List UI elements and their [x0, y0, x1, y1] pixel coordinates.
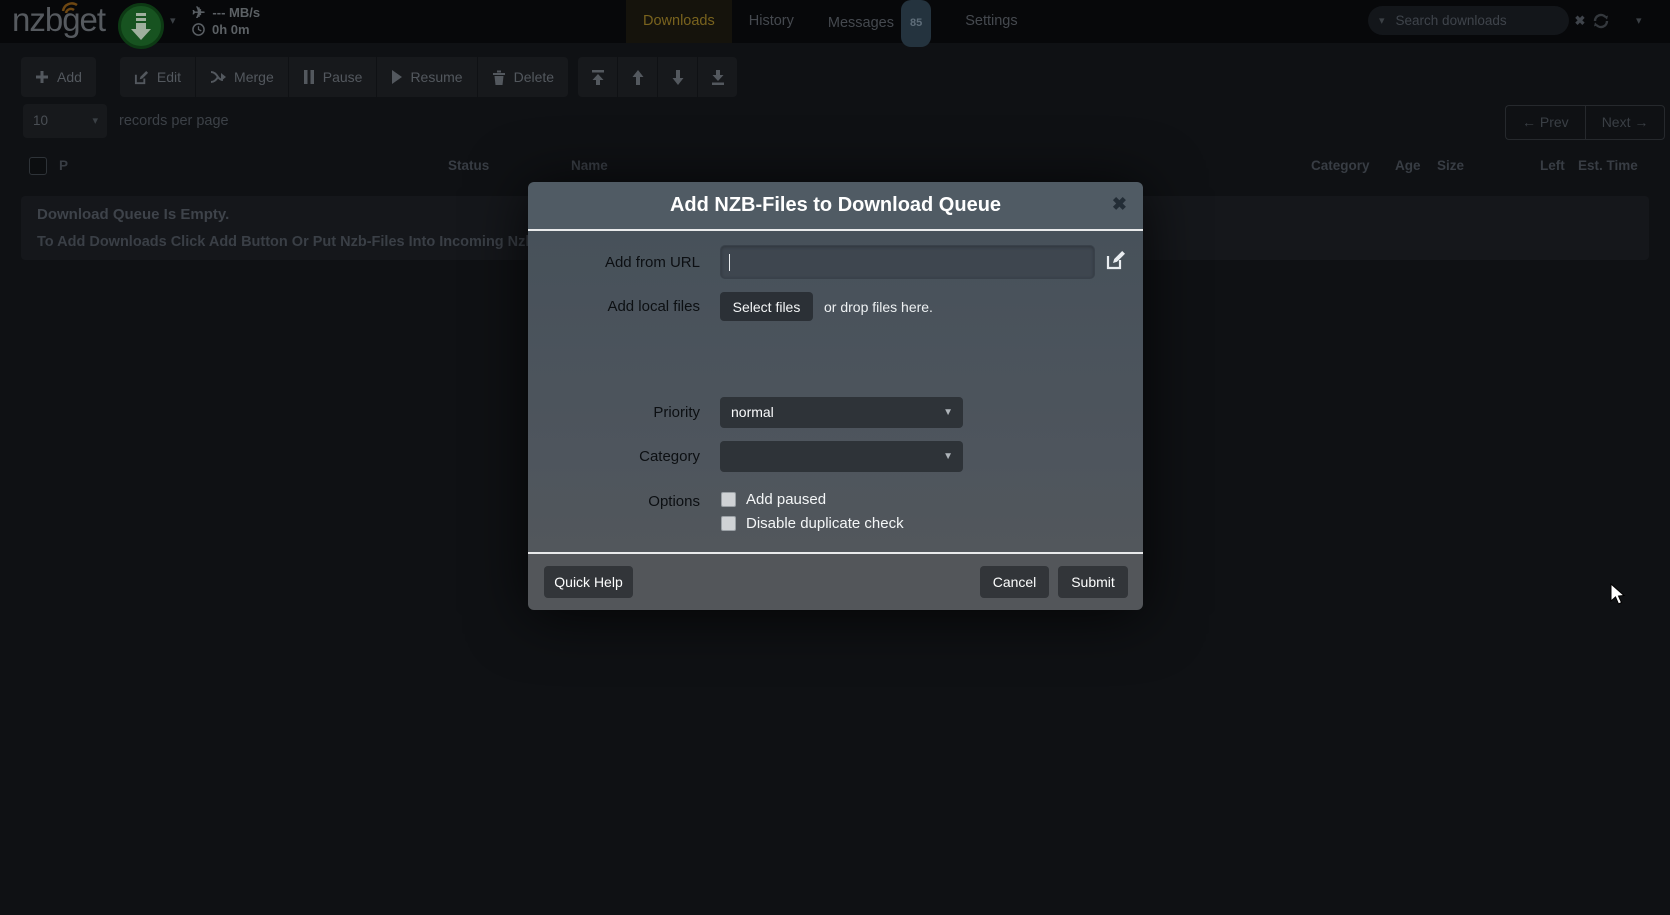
add-paused-label: Add paused [746, 491, 826, 508]
prev-page-button[interactable]: ← Prev [1505, 105, 1585, 140]
tab-settings[interactable]: Settings [948, 0, 1034, 43]
pause-icon [303, 70, 315, 84]
text-cursor [729, 254, 730, 271]
disable-dupe-check-checkbox[interactable] [721, 516, 736, 531]
search-input[interactable] [1394, 12, 1575, 29]
move-bottom-icon [711, 70, 725, 85]
priority-label: Priority [528, 404, 700, 421]
refresh-icon[interactable] [1591, 8, 1619, 34]
navbar-caret-down-icon[interactable]: ▾ [1636, 14, 1642, 27]
select-all-checkbox[interactable] [29, 157, 47, 175]
page-size-select[interactable]: 10 ▾ [23, 104, 107, 138]
top-navbar: nzbget ▾ ✈ --- MB/s 0h 0m [0, 0, 1670, 43]
time-left-value: 0h 0m [212, 22, 250, 37]
trash-icon [492, 70, 506, 85]
move-down-icon [671, 70, 685, 85]
submit-button[interactable]: Submit [1058, 566, 1128, 598]
cancel-button[interactable]: Cancel [980, 566, 1049, 598]
quick-help-button[interactable]: Quick Help [544, 566, 633, 598]
status-block: ✈ --- MB/s 0h 0m [192, 4, 260, 38]
url-field-label: Add from URL [528, 254, 700, 271]
move-top-button[interactable] [578, 57, 617, 97]
category-label: Category [528, 448, 700, 465]
edit-icon[interactable] [1105, 250, 1126, 271]
col-header-left[interactable]: Left [1540, 158, 1565, 173]
plus-icon [35, 70, 49, 84]
col-header-category[interactable]: Category [1311, 158, 1370, 173]
queue-toolbar: Add Edit Merge [21, 57, 737, 97]
search-box: ▾ ✖ [1368, 6, 1569, 35]
category-caret-down-icon: ▼ [943, 441, 953, 472]
local-files-label: Add local files [528, 298, 700, 315]
clock-icon [192, 23, 205, 36]
disable-dupe-check-label: Disable duplicate check [746, 515, 904, 532]
drop-files-hint: or drop files here. [824, 299, 933, 315]
empty-queue-title: Download Queue Is Empty. [37, 206, 229, 223]
play-icon [391, 70, 402, 84]
resume-button[interactable]: Resume [377, 57, 476, 97]
priority-caret-down-icon: ▼ [943, 397, 953, 428]
move-bottom-button[interactable] [698, 57, 737, 97]
add-button[interactable]: Add [21, 57, 96, 97]
edit-icon [134, 70, 149, 85]
pagination-controls: ← Prev Next → [1505, 105, 1665, 140]
move-down-button[interactable] [658, 57, 697, 97]
search-clear-icon[interactable]: ✖ [1575, 13, 1586, 29]
plane-icon: ✈ [192, 3, 205, 23]
modal-header: Add NZB-Files to Download Queue ✖ [528, 182, 1143, 231]
add-nzb-modal: Add NZB-Files to Download Queue ✖ Add fr… [528, 182, 1143, 610]
main-nav: Downloads History Messages85 Settings [626, 0, 1035, 43]
search-caret-down-icon[interactable]: ▾ [1379, 14, 1385, 27]
options-label: Options [528, 493, 700, 510]
wifi-arcs-icon [57, 0, 83, 15]
page-size-caret-down-icon: ▾ [92, 104, 98, 138]
next-page-button[interactable]: Next → [1585, 105, 1666, 140]
url-input[interactable] [720, 245, 1095, 279]
move-top-icon [591, 70, 605, 85]
col-header-est-time[interactable]: Est. Time [1578, 158, 1638, 173]
merge-icon [210, 70, 226, 84]
col-header-name[interactable]: Name [571, 158, 608, 173]
col-header-status[interactable]: Status [448, 158, 489, 173]
priority-select[interactable]: normal ▼ [720, 397, 963, 428]
modal-body: Add from URL Add local files Select file… [528, 231, 1143, 552]
move-up-button[interactable] [618, 57, 657, 97]
category-select[interactable]: ▼ [720, 441, 963, 472]
edit-button[interactable]: Edit [120, 57, 195, 97]
speed-value: --- MB/s [212, 5, 260, 20]
download-circle-icon[interactable] [118, 3, 164, 49]
col-header-priority[interactable]: P [59, 158, 68, 173]
tab-downloads[interactable]: Downloads [626, 0, 732, 43]
modal-footer: Quick Help Cancel Submit [528, 552, 1143, 610]
records-per-page-label: records per page [119, 113, 229, 129]
empty-queue-hint: To Add Downloads Click Add Button Or Put… [37, 234, 606, 250]
logo-caret-down-icon[interactable]: ▾ [170, 14, 176, 27]
pause-button[interactable]: Pause [289, 57, 377, 97]
messages-count-badge: 85 [901, 0, 931, 47]
col-header-age[interactable]: Age [1395, 158, 1421, 173]
nzbget-app: nzbget ▾ ✈ --- MB/s 0h 0m [0, 0, 1670, 915]
tab-messages[interactable]: Messages85 [811, 0, 948, 43]
add-paused-checkbox[interactable] [721, 492, 736, 507]
modal-title: Add NZB-Files to Download Queue [528, 182, 1143, 229]
tab-history[interactable]: History [732, 0, 811, 43]
merge-button[interactable]: Merge [196, 57, 288, 97]
close-icon[interactable]: ✖ [1112, 194, 1127, 214]
mouse-cursor [1610, 583, 1626, 607]
delete-button[interactable]: Delete [478, 57, 568, 97]
select-files-button[interactable]: Select files [720, 292, 813, 321]
move-up-icon [631, 70, 645, 85]
col-header-size[interactable]: Size [1437, 158, 1464, 173]
